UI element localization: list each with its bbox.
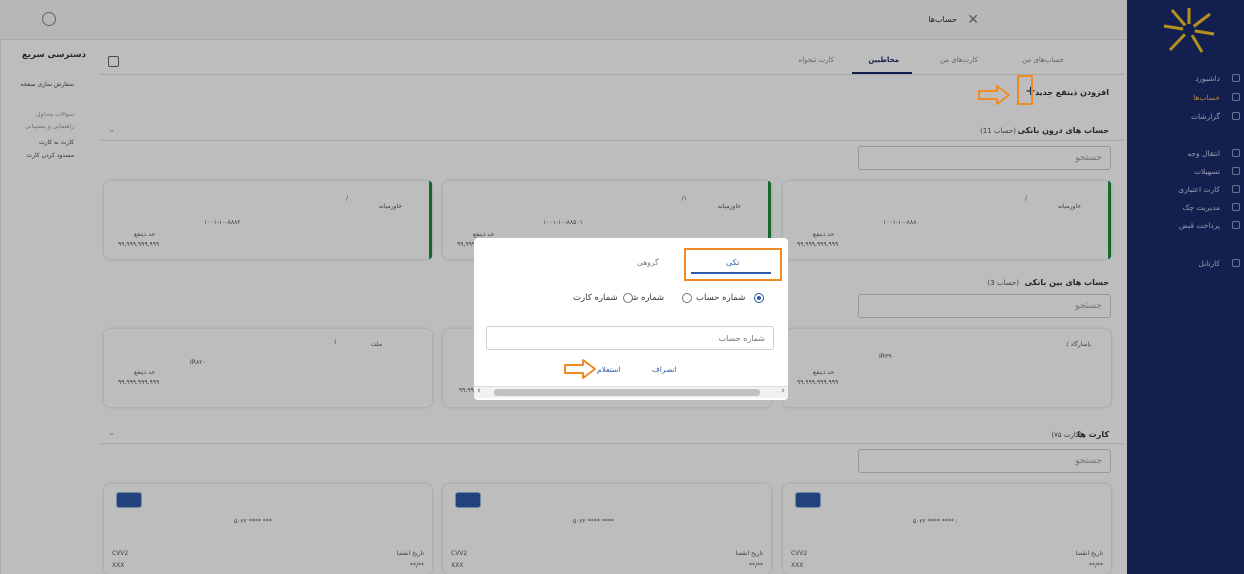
arrow-right-icon: [978, 85, 1010, 105]
tab-group[interactable]: گروهی: [637, 258, 659, 267]
radio-label-account-number[interactable]: شماره حساب: [696, 293, 745, 303]
cancel-button[interactable]: انصراف: [652, 365, 677, 374]
tab-single-highlight: [684, 248, 782, 281]
arrow-left-icon: [564, 359, 596, 379]
horizontal-scrollbar[interactable]: ‹ ›: [474, 386, 788, 398]
radio-sheba-number[interactable]: [682, 293, 692, 303]
scroll-left-arrow-icon[interactable]: ‹: [477, 386, 481, 396]
scrollbar-thumb[interactable]: [494, 389, 760, 396]
account-number-input[interactable]: [486, 326, 774, 350]
radio-account-number[interactable]: [754, 293, 764, 303]
scroll-right-arrow-icon[interactable]: ›: [781, 386, 785, 396]
radio-card-number[interactable]: [623, 293, 633, 303]
radio-label-card[interactable]: شماره کارت: [573, 293, 618, 303]
add-beneficiary-modal: گروهی تکی شماره حساب شماره شبا شماره کار…: [474, 238, 788, 400]
add-button-highlight: [1017, 75, 1033, 105]
inquiry-button[interactable]: استعلام: [597, 365, 620, 374]
